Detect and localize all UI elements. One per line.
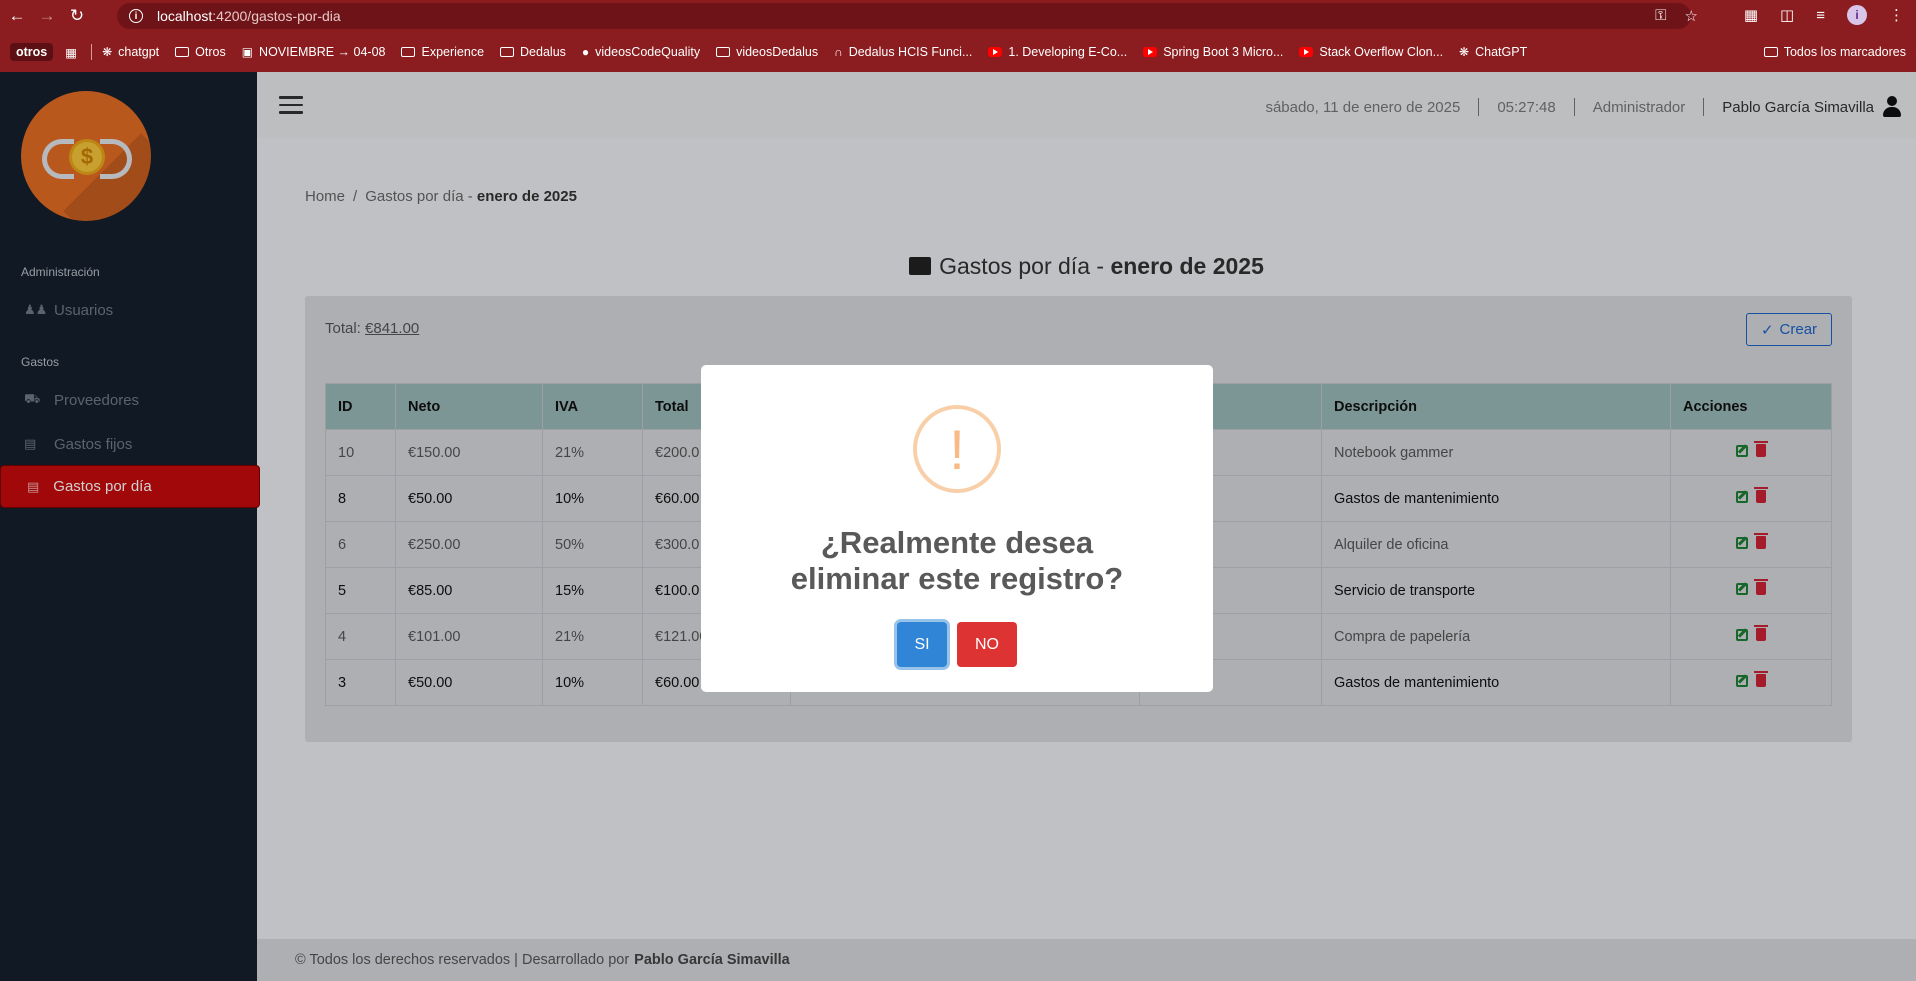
bookmark-label: 1. Developing E-Co... [1008, 45, 1128, 59]
bookmark-chatgpt-2[interactable]: ❋ ChatGPT [1459, 45, 1527, 59]
bookmark-noviembre[interactable]: ▣ NOVIEMBRE → 04-08 [242, 45, 386, 59]
site-icon: ∩ [834, 45, 843, 59]
bookmark-label: videosCodeQuality [595, 45, 701, 59]
password-key-icon[interactable]: ⚿ [1655, 7, 1666, 25]
folder-icon [401, 47, 416, 57]
site-info-icon[interactable]: i [129, 9, 143, 23]
site-icon: ● [581, 45, 590, 59]
folder-icon [500, 47, 515, 57]
youtube-icon [988, 47, 1003, 57]
browser-menu-icon[interactable]: ⋮ [1889, 6, 1904, 24]
bookmark-spring-boot[interactable]: Spring Boot 3 Micro... [1143, 45, 1283, 59]
bookmarks-bar: otros ▦ ❋ chatgpt Otros ▣ NOVIEMBRE → 04-0… [0, 38, 1916, 66]
extensions-puzzle-icon[interactable]: ◫ [1780, 6, 1794, 24]
all-bookmarks[interactable]: Todos los marcadores [1763, 45, 1906, 59]
notion-icon: ▣ [241, 45, 254, 59]
browser-toolbar: ← → ↻ i localhost:4200/gastos-por-dia ⚿ … [0, 0, 1916, 72]
back-arrow-icon[interactable]: ← [4, 3, 30, 29]
bookmark-chatgpt[interactable]: ❋ chatgpt [102, 45, 159, 59]
profile-avatar[interactable]: i [1847, 5, 1867, 25]
confirm-no-button[interactable]: NO [957, 622, 1017, 667]
openai-icon: ❋ [1459, 45, 1470, 59]
bookmark-label: Dedalus [520, 45, 566, 59]
url-path: :4200/gastos-por-dia [212, 8, 341, 24]
reload-icon[interactable]: ↻ [64, 3, 90, 29]
bookmark-stackoverflow[interactable]: Stack Overflow Clon... [1299, 45, 1443, 59]
dialog-title: ¿Realmente desea eliminar este registro? [790, 525, 1124, 596]
apps-icon[interactable]: ▦ [65, 45, 77, 60]
confirm-delete-dialog: ! ¿Realmente desea eliminar este registr… [701, 365, 1213, 692]
bookmark-videosdedalus[interactable]: videosDedalus [716, 45, 818, 59]
media-control-icon[interactable]: ≡ [1816, 7, 1825, 24]
bookmark-label: Dedalus HCIS Funci... [848, 45, 973, 59]
forward-arrow-icon[interactable]: → [34, 3, 60, 29]
bookmark-star-icon[interactable]: ☆ [1685, 7, 1698, 25]
bookmark-label: NOVIEMBRE → 04-08 [259, 45, 386, 59]
url-host: localhost [157, 8, 213, 24]
bookmark-dedalus-hcis[interactable]: ∩ Dedalus HCIS Funci... [834, 45, 972, 59]
bookmark-otros-badge[interactable]: otros [10, 43, 54, 61]
bookmark-dedalus[interactable]: Dedalus [500, 45, 566, 59]
bookmark-videoscodequality[interactable]: ● videosCodeQuality [582, 45, 700, 59]
address-bar[interactable]: i localhost:4200/gastos-por-dia [117, 3, 1691, 29]
youtube-icon [1299, 47, 1314, 57]
youtube-icon [1143, 47, 1158, 57]
folder-icon [175, 47, 190, 57]
bookmark-label: chatgpt [118, 45, 160, 59]
bookmark-otros-folder[interactable]: Otros [175, 45, 226, 59]
confirm-yes-button[interactable]: SI [897, 622, 947, 667]
folder-icon [716, 47, 731, 57]
folder-icon [1763, 47, 1778, 57]
warning-icon: ! [913, 405, 1001, 493]
bookmark-label: Stack Overflow Clon... [1319, 45, 1444, 59]
bookmark-label: Experience [421, 45, 485, 59]
bookmark-developing-ecommerce[interactable]: 1. Developing E-Co... [988, 45, 1127, 59]
qr-extension-icon[interactable]: ▦ [1744, 6, 1758, 24]
bookmark-label: ChatGPT [1475, 45, 1528, 59]
bookmark-label: Spring Boot 3 Micro... [1163, 45, 1284, 59]
all-bookmarks-label: Todos los marcadores [1783, 45, 1906, 59]
bookmark-label: Otros [195, 45, 226, 59]
bookmarks-divider [91, 44, 93, 60]
bookmark-experience[interactable]: Experience [401, 45, 484, 59]
bookmark-label: videosDedalus [736, 45, 819, 59]
openai-icon: ❋ [102, 45, 113, 59]
